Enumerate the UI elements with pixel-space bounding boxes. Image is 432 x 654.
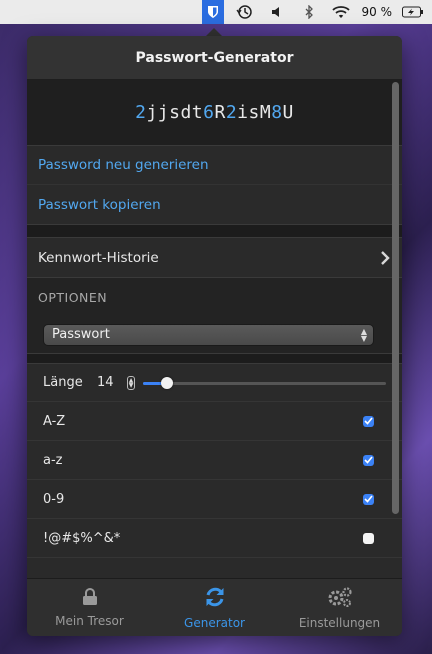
copy-password-button[interactable]: Passwort kopieren bbox=[27, 185, 402, 224]
bluetooth-icon[interactable] bbox=[298, 0, 320, 24]
option-label: !@#$%^&* bbox=[43, 530, 121, 546]
wifi-icon[interactable] bbox=[330, 0, 352, 24]
scrollbar[interactable] bbox=[392, 82, 399, 514]
menu-bar: 90 % bbox=[0, 0, 432, 24]
checkmark-icon bbox=[364, 456, 373, 464]
password-letters: R bbox=[214, 102, 226, 123]
password-digit: 6 bbox=[203, 102, 215, 123]
tab-lock[interactable]: Mein Tresor bbox=[27, 579, 152, 636]
password-digit: 2 bbox=[225, 102, 238, 123]
chevron-right-icon bbox=[381, 250, 390, 265]
option-label: a-z bbox=[43, 452, 63, 468]
generator-scroll-area[interactable]: 2 jjsdt 6 R 2 isM 8 U Password neu generieren P… bbox=[27, 80, 402, 588]
generated-password: 2 jjsdt 6 R 2 isM 8 U bbox=[27, 80, 402, 146]
tab-label: Generator bbox=[184, 615, 245, 630]
option-row[interactable]: A-Z bbox=[27, 402, 402, 441]
password-type-select[interactable]: Passwort ▲ ▼ bbox=[43, 323, 374, 346]
regenerate-password-button[interactable]: Password neu generieren bbox=[27, 146, 402, 185]
password-history-row[interactable]: Kennwort-Historie bbox=[27, 238, 402, 278]
length-label: Länge bbox=[43, 375, 83, 390]
time-machine-icon[interactable] bbox=[234, 0, 256, 24]
password-digit: 2 bbox=[135, 102, 147, 123]
battery-icon[interactable] bbox=[402, 0, 424, 24]
password-letters: U bbox=[282, 102, 294, 123]
select-arrows-icon: ▲ ▼ bbox=[360, 326, 367, 343]
volume-icon[interactable] bbox=[266, 0, 288, 24]
option-checkbox[interactable] bbox=[363, 415, 374, 427]
password-history-label: Kennwort-Historie bbox=[38, 249, 159, 266]
option-checkbox[interactable] bbox=[363, 493, 374, 505]
type-select-row: Passwort ▲ ▼ bbox=[27, 316, 402, 354]
checkmark-icon bbox=[364, 495, 373, 503]
password-letters: jjsdt bbox=[146, 102, 204, 123]
refresh-icon bbox=[204, 586, 226, 611]
option-row[interactable]: !@#$%^&* bbox=[27, 519, 402, 558]
battery-percent: 90 % bbox=[361, 5, 393, 19]
section-divider bbox=[27, 224, 402, 238]
option-checkbox[interactable] bbox=[363, 454, 374, 466]
length-stepper[interactable]: ▲ ▼ bbox=[127, 375, 135, 390]
tab-bar: Mein Tresor Generator Einstellungen bbox=[27, 578, 402, 636]
lock-icon bbox=[82, 587, 98, 609]
generator-popover: Passwort-Generator 2 jjsdt 6 R 2 isM 8 U Passwo… bbox=[27, 36, 402, 636]
option-label: 0-9 bbox=[43, 491, 65, 507]
slider-knob[interactable] bbox=[161, 376, 174, 389]
tab-gears[interactable]: Einstellungen bbox=[277, 579, 402, 636]
bitwarden-shield-icon[interactable] bbox=[201, 0, 224, 24]
length-row: Länge 14 ▲ ▼ bbox=[27, 364, 402, 402]
option-checkbox[interactable] bbox=[363, 532, 374, 544]
option-label: A-Z bbox=[43, 413, 66, 429]
length-slider[interactable] bbox=[143, 375, 386, 391]
tab-label: Einstellungen bbox=[298, 615, 381, 630]
options-header: OPTIONEN bbox=[27, 278, 402, 316]
option-row[interactable]: a-z bbox=[27, 441, 402, 480]
tab-refresh[interactable]: Generator bbox=[152, 579, 277, 636]
tab-label: Mein Tresor bbox=[55, 613, 124, 628]
password-digit: 8 bbox=[271, 102, 283, 123]
option-row[interactable]: 0-9 bbox=[27, 480, 402, 519]
slider-track bbox=[143, 381, 386, 385]
password-letters: isM bbox=[237, 102, 272, 123]
checkmark-icon bbox=[364, 417, 373, 425]
popover-arrow bbox=[206, 28, 222, 36]
length-value: 14 bbox=[97, 375, 114, 390]
password-type-value: Passwort bbox=[52, 327, 110, 342]
popover-title: Passwort-Generator bbox=[27, 36, 402, 80]
section-divider bbox=[27, 354, 402, 364]
gears-icon bbox=[327, 586, 353, 611]
